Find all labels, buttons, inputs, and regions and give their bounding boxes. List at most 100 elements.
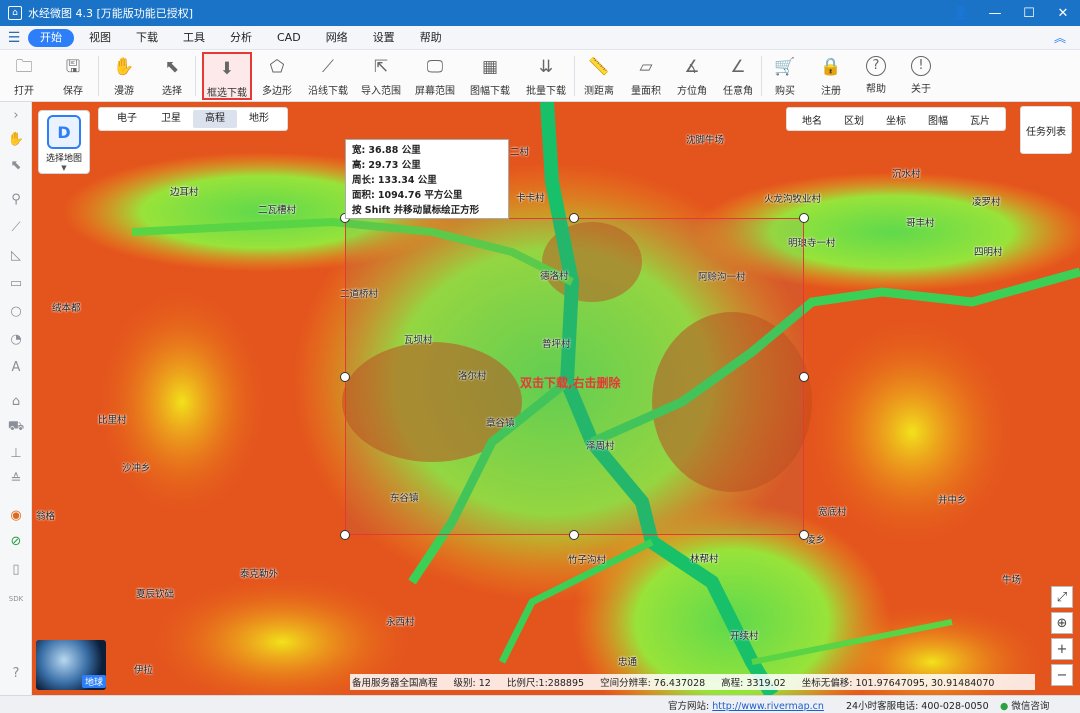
status-elevation: 高程: 3319.02 — [721, 675, 786, 689]
tool-screen-range[interactable]: 🖵 屏幕范围 — [408, 52, 462, 100]
screen-icon: 🖵 — [426, 57, 444, 77]
layer-tab-elevation[interactable]: 高程 — [193, 110, 237, 128]
cursor-icon[interactable]: ⬉ — [7, 156, 25, 174]
marker-icon[interactable]: ⚲ — [7, 190, 25, 208]
resize-handle-bottom[interactable] — [569, 530, 579, 540]
tool-label: 导入范围 — [361, 86, 401, 97]
hamburger-menu-icon[interactable]: ☰ — [0, 30, 28, 46]
tool-register[interactable]: 🔒 注册 — [808, 52, 854, 100]
tool-buy[interactable]: 🛒 购买 — [762, 52, 808, 100]
website-link[interactable]: http://www.rivermap.cn — [712, 701, 824, 712]
layer-tab-electronic[interactable]: 电子 — [105, 110, 149, 128]
menu-help[interactable]: 帮助 — [410, 29, 452, 47]
collapse-left-icon[interactable]: › — [7, 106, 25, 124]
minimize-button[interactable]: — — [978, 0, 1012, 26]
tool-box-download[interactable]: ⬇ 框选下载 — [202, 52, 252, 100]
earth-icon[interactable]: ◉ — [7, 506, 25, 524]
selection-hint: 双击下载,右击删除 — [520, 376, 621, 390]
map-selector[interactable]: D 选择地图 ▼ — [38, 110, 90, 174]
layer-tab-satellite[interactable]: 卫星 — [149, 110, 193, 128]
resize-handle-bottom-left[interactable] — [340, 530, 350, 540]
area-icon[interactable]: ◺ — [7, 246, 25, 264]
collapse-ribbon-icon[interactable]: ︽ — [1054, 29, 1066, 46]
overlay-tab-placenames[interactable]: 地名 — [791, 112, 833, 127]
resize-handle-bottom-right[interactable] — [799, 530, 809, 540]
tool-save[interactable]: 🖫 保存 — [48, 52, 98, 100]
status-server: 备用服务器全国高程 — [352, 678, 438, 689]
tool-pan[interactable]: ✋ 漫游 — [99, 52, 149, 100]
rectangle-icon[interactable]: ▭ — [7, 274, 25, 292]
resize-handle-left[interactable] — [340, 372, 350, 382]
menu-view[interactable]: 视图 — [79, 29, 121, 47]
place-label: 忠通 — [618, 657, 638, 668]
polyline-icon[interactable]: ⟋ — [7, 218, 25, 236]
wechat-icon: ● — [1000, 700, 1009, 712]
tool-label: 购买 — [775, 86, 795, 97]
text-icon[interactable]: A — [7, 358, 25, 376]
tool-label: 选择 — [162, 86, 182, 97]
menu-tools[interactable]: 工具 — [173, 29, 215, 47]
place-label: 并中乡 — [938, 495, 967, 506]
tool-help[interactable]: ? 帮助 — [854, 52, 898, 100]
menu-network[interactable]: 网络 — [316, 29, 358, 47]
globe-label[interactable]: 地球 — [82, 675, 107, 688]
overlay-tab-sheets[interactable]: 图幅 — [917, 112, 959, 127]
tool-batch-download[interactable]: ⇊ 批量下载 — [518, 52, 574, 100]
user-icon[interactable]: 👤 — [944, 0, 978, 26]
overlay-tab-tiles[interactable]: 瓦片 — [959, 112, 1001, 127]
locate-icon[interactable]: ⊕ — [1051, 612, 1073, 634]
tool-measure-area[interactable]: ▱ 量面积 — [623, 52, 669, 100]
status-level-label: 级别: — [453, 678, 476, 689]
area-icon: ▱ — [639, 57, 653, 77]
sector-icon[interactable]: ◔ — [7, 330, 25, 348]
menu-start[interactable]: 开始 — [28, 28, 74, 47]
toolbar-divider — [195, 56, 196, 96]
menu-download[interactable]: 下载 — [126, 29, 168, 47]
menu-settings[interactable]: 设置 — [363, 29, 405, 47]
tool-open[interactable]: 🗀 打开 — [0, 52, 48, 100]
wechat-consult-button[interactable]: ● 微信咨询 — [1000, 698, 1049, 712]
tool-any-angle[interactable]: ∠ 任意角 — [715, 52, 761, 100]
menu-cad[interactable]: CAD — [267, 29, 311, 47]
tool-measure-distance[interactable]: 📏 测距离 — [575, 52, 623, 100]
info-hint: 按 Shift 并移动鼠标绘正方形 — [352, 203, 502, 218]
maximize-button[interactable]: ☐ — [1012, 0, 1046, 26]
tool-polyline-download[interactable]: ⟋ 沿线下载 — [302, 52, 354, 100]
stairs-icon[interactable]: ⊥ — [7, 444, 25, 462]
tool-about[interactable]: ! 关于 — [898, 52, 944, 100]
resize-handle-right[interactable] — [799, 372, 809, 382]
zoom-in-button[interactable]: + — [1051, 638, 1073, 660]
tool-select[interactable]: ⬉ 选择 — [149, 52, 195, 100]
phone-icon[interactable]: ▯ — [7, 560, 25, 578]
status-elevation-value: 3319.02 — [746, 678, 786, 689]
tool-sheet-download[interactable]: ▦ 图幅下载 — [462, 52, 518, 100]
circle-icon[interactable]: ○ — [7, 302, 25, 320]
place-label: 绒本都 — [52, 303, 81, 314]
sdk-icon[interactable]: SDK — [7, 590, 25, 608]
map-source-icon: D — [47, 115, 81, 149]
wechat-consult-label: 微信咨询 — [1011, 700, 1050, 712]
task-list-button[interactable]: 任务列表 — [1020, 106, 1072, 154]
overlay-tab-divisions[interactable]: 区划 — [833, 112, 875, 127]
tool-import-range[interactable]: ⇱ 导入范围 — [354, 52, 408, 100]
layer-icon[interactable]: ≙ — [7, 470, 25, 488]
tool-azimuth[interactable]: ∡ 方位角 — [669, 52, 715, 100]
register-icon: 🔒 — [820, 57, 842, 77]
layer-tab-terrain[interactable]: 地形 — [237, 110, 281, 128]
menu-analysis[interactable]: 分析 — [220, 29, 262, 47]
fullscreen-icon[interactable]: ⤢ — [1051, 586, 1073, 608]
tool-label: 沿线下载 — [308, 86, 348, 97]
help-icon[interactable]: ? — [7, 664, 25, 682]
map-status-bar: 备用服务器全国高程 级别: 12 比例尺:1:288895 空间分辨率: 76.… — [350, 674, 1035, 690]
vehicle-icon[interactable]: ⛟ — [7, 418, 25, 436]
place-label: 夏辰钦础 — [136, 589, 175, 600]
zoom-out-button[interactable]: − — [1051, 664, 1073, 686]
close-button[interactable]: ✕ — [1046, 0, 1080, 26]
overlay-tab-coordinates[interactable]: 坐标 — [875, 112, 917, 127]
tool-polygon[interactable]: ⬠ 多边形 — [252, 52, 302, 100]
resize-handle-top-right[interactable] — [799, 213, 809, 223]
hand-icon[interactable]: ✋ — [7, 130, 25, 148]
building-icon[interactable]: ⌂ — [7, 392, 25, 410]
link-icon[interactable]: ⊘ — [7, 532, 25, 550]
resize-handle-top[interactable] — [569, 213, 579, 223]
